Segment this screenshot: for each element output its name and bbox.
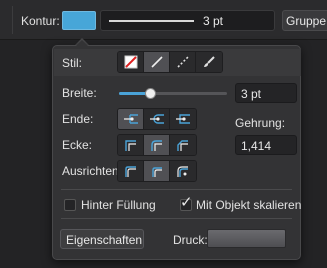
align-outside-icon[interactable] — [170, 161, 196, 181]
bevel-join-icon[interactable] — [170, 135, 196, 155]
stroke-label: Kontur: — [21, 14, 60, 28]
round-cap-icon[interactable] — [144, 109, 170, 129]
miter-label: Gehrung: — [235, 116, 286, 130]
behind-fill-checkbox[interactable] — [64, 199, 76, 211]
checkmark-icon: ✓ — [180, 194, 193, 211]
square-cap-icon[interactable] — [170, 109, 196, 129]
divider — [61, 218, 292, 219]
none-style-icon[interactable] — [118, 52, 144, 72]
context-toolbar: Kontur: 3 pt Gruppe a — [0, 0, 327, 40]
group-button[interactable]: Gruppe a — [282, 10, 327, 31]
joins-selector — [117, 134, 197, 156]
style-label: Stil: — [62, 56, 83, 70]
round-join-icon[interactable] — [144, 135, 170, 155]
brush-icon[interactable] — [196, 52, 222, 72]
align-label: Ausrichten: — [62, 164, 123, 178]
miter-join-icon[interactable] — [118, 135, 144, 155]
toolbar-separator — [12, 6, 13, 34]
properties-button[interactable]: Eigenschaften... — [60, 229, 144, 249]
butt-cap-icon[interactable] — [118, 109, 144, 129]
align-selector — [117, 160, 197, 182]
caps-selector — [117, 108, 197, 130]
width-label: Breite: — [62, 86, 97, 100]
pressure-curve-field[interactable] — [207, 229, 286, 248]
solid-line-icon[interactable] — [144, 52, 170, 72]
align-center-icon[interactable] — [144, 161, 170, 181]
stroke-width-dropdown[interactable]: 3 pt — [100, 10, 275, 31]
stroke-color-well[interactable] — [62, 11, 96, 30]
miter-input[interactable]: 1,414 — [235, 135, 297, 155]
pressure-label: Druck: — [173, 233, 208, 247]
style-selector — [117, 51, 223, 73]
stroke-preview-line — [109, 20, 194, 22]
popover-arrow-inner — [76, 40, 88, 46]
caps-label: Ende: — [62, 112, 94, 126]
align-inside-icon[interactable] — [118, 161, 144, 181]
dashed-line-icon[interactable] — [170, 52, 196, 72]
joins-label: Ecke: — [62, 138, 93, 152]
width-slider-knob[interactable] — [145, 88, 156, 99]
stroke-width-value: 3 pt — [203, 14, 224, 28]
behind-fill-label: Hinter Füllung — [81, 198, 156, 212]
scale-with-object-label: Mit Objekt skalieren — [196, 198, 302, 212]
width-input[interactable]: 3 pt — [235, 83, 297, 103]
stroke-panel: Stil: Breite: 3 pt Ende: Gehrung: Ecke: … — [52, 40, 302, 260]
divider — [61, 189, 292, 190]
